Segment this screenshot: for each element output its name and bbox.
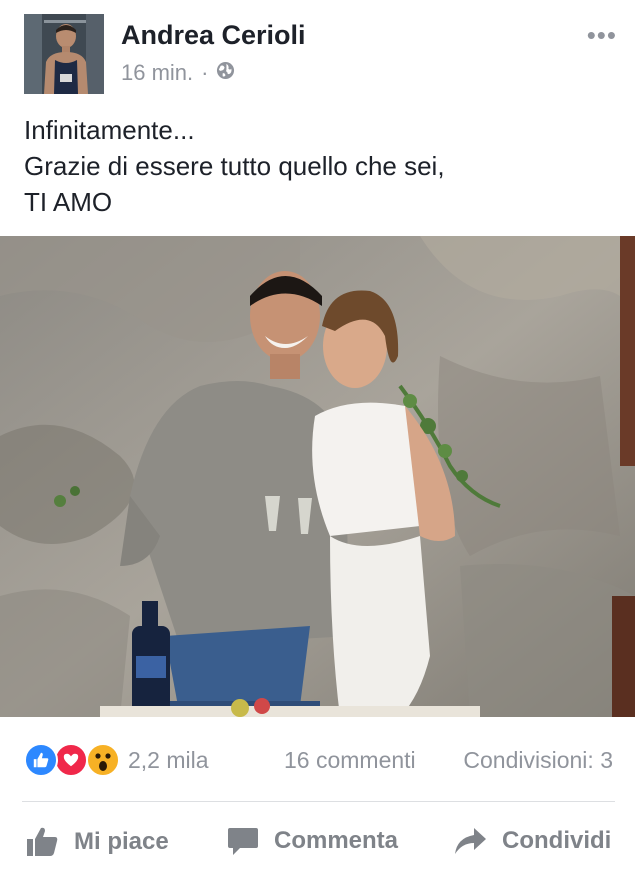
love-reaction-icon [54, 743, 88, 777]
more-options-button[interactable]: ••• [587, 20, 617, 51]
couple-photo [0, 236, 635, 717]
reactions-count[interactable]: 2,2 mila [128, 747, 209, 774]
caption-line: TI AMO [24, 187, 113, 217]
like-reaction-icon [24, 743, 58, 777]
wow-reaction-icon [86, 743, 120, 777]
share-icon [452, 824, 488, 858]
avatar-image [24, 14, 104, 94]
post-caption: Infinitamente... Grazie di essere tutto … [24, 112, 614, 220]
reaction-icons[interactable] [24, 743, 122, 777]
post-stats: 2,2 mila 16 commenti Condivisioni: 3 [0, 735, 635, 785]
meta-separator: · [201, 60, 209, 85]
divider [22, 801, 615, 802]
share-label: Condividi [502, 827, 612, 854]
post-photo[interactable] [0, 236, 635, 717]
post-time[interactable]: 16 min. [121, 60, 193, 86]
share-button[interactable]: Condividi [452, 824, 611, 858]
comment-button[interactable]: Commenta [226, 824, 398, 858]
avatar[interactable] [24, 14, 104, 94]
caption-line: Infinitamente... [24, 115, 195, 145]
caption-line: Grazie di essere tutto quello che sei, [24, 151, 445, 181]
post-meta: 16 min. · [121, 60, 235, 86]
comment-icon [226, 824, 260, 858]
thumbs-up-icon [24, 824, 60, 860]
shares-count[interactable]: Condivisioni: 3 [463, 747, 613, 774]
author-name[interactable]: Andrea Cerioli [121, 20, 306, 51]
comment-label: Commenta [274, 827, 399, 854]
globe-icon [216, 60, 235, 86]
like-button[interactable]: Mi piace [24, 824, 169, 860]
post-header: Andrea Cerioli 16 min. · ••• [0, 0, 635, 104]
like-label: Mi piace [74, 828, 169, 855]
comments-count[interactable]: 16 commenti [284, 747, 416, 774]
post-actions: Mi piace Commenta Condividi [0, 812, 635, 872]
